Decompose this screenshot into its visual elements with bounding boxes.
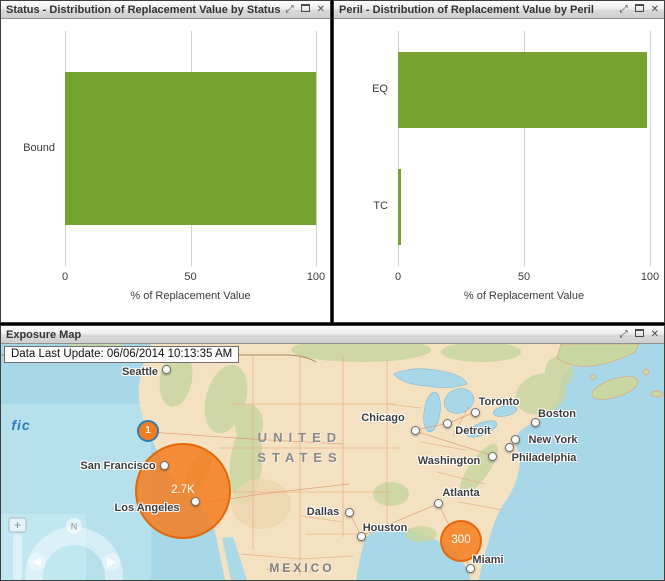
city-label-toronto: Toronto <box>479 396 520 408</box>
city-marker-san-francisco[interactable] <box>160 461 169 470</box>
maximize-icon[interactable] <box>301 4 310 15</box>
city-marker-new-york[interactable] <box>511 435 520 444</box>
zoom-in-label: + <box>14 518 21 532</box>
x-axis-title: % of Replacement Value <box>398 290 650 303</box>
city-marker-washington[interactable] <box>488 452 497 461</box>
map-window-controls: ⤢ ✕ <box>620 329 659 340</box>
city-label-miami: Miami <box>472 554 503 566</box>
pacific-ocean-label: fic <box>11 417 30 433</box>
cluster-marker[interactable]: 1 <box>137 420 159 442</box>
maximize-glyph <box>635 4 644 12</box>
pan-ring[interactable] <box>34 536 114 580</box>
city-marker-chicago[interactable] <box>411 426 420 435</box>
city-label-san-francisco: San Francisco <box>80 460 155 472</box>
x-tick-label: 100 <box>630 271 665 284</box>
status-panel-titlebar[interactable]: Status - Distribution of Replacement Val… <box>1 1 330 19</box>
maximize-glyph <box>635 329 644 337</box>
exposure-map-panel: Exposure Map ⤢ ✕ <box>0 325 665 581</box>
bar-eq[interactable] <box>398 52 647 128</box>
category-label-eq: EQ <box>334 83 388 96</box>
city-marker-atlanta[interactable] <box>434 499 443 508</box>
popout-icon[interactable]: ⤢ <box>620 5 628 15</box>
x-tick-label: 50 <box>171 271 211 284</box>
map-panel-titlebar[interactable]: Exposure Map ⤢ ✕ <box>1 326 664 344</box>
close-icon[interactable]: ✕ <box>651 330 659 340</box>
last-update-label: Data Last Update: 06/06/2014 10:13:35 AM <box>4 346 239 363</box>
maximize-icon[interactable] <box>635 329 644 340</box>
popout-icon[interactable]: ⤢ <box>620 330 628 340</box>
city-label-los-angeles: Los Angeles <box>115 502 180 514</box>
city-label-new-york: New York <box>528 434 577 446</box>
city-label-seattle: Seattle <box>122 366 158 378</box>
maximize-glyph <box>301 4 310 12</box>
city-label-philadelphia: Philadelphia <box>512 452 577 464</box>
city-marker-toronto[interactable] <box>471 408 480 417</box>
peril-chart-panel: Peril - Distribution of Replacement Valu… <box>333 0 665 323</box>
city-label-dallas: Dallas <box>307 506 339 518</box>
peril-panel-title: Peril - Distribution of Replacement Valu… <box>339 4 594 16</box>
close-icon[interactable]: ✕ <box>317 5 325 15</box>
city-label-houston: Houston <box>363 522 408 534</box>
x-axis-title: % of Replacement Value <box>65 290 316 303</box>
exposure-map-canvas[interactable]: 2.7K 300 1 Seattle San Francisco Los Angeles C… <box>1 344 664 580</box>
cluster-marker-value: 1 <box>145 426 151 436</box>
exposure-bubble-value: 300 <box>451 535 470 547</box>
bar-tc[interactable] <box>398 169 401 245</box>
gridline <box>650 31 651 266</box>
x-tick-label: 0 <box>45 271 85 284</box>
close-icon[interactable]: ✕ <box>651 5 659 15</box>
exposure-bubble-value: 2.7K <box>171 485 195 497</box>
popout-icon[interactable]: ⤢ <box>286 5 294 15</box>
exposure-dashboard: { "window_icons": {"popout": "⤢", "close… <box>0 0 665 581</box>
category-label-tc: TC <box>334 200 388 213</box>
status-panel-title: Status - Distribution of Replacement Val… <box>6 4 280 16</box>
region-label-mexico: MEXICO <box>269 558 334 578</box>
compass-north-label: N <box>71 522 78 532</box>
zoom-slider[interactable] <box>13 534 22 580</box>
city-label-washington: Washington <box>418 455 481 467</box>
status-bar-chart: 050100Bound% of Replacement Value <box>1 19 330 322</box>
map-panel-title: Exposure Map <box>6 329 81 341</box>
map-nav-control[interactable]: + N <box>1 516 131 580</box>
gridline <box>316 31 317 266</box>
city-marker-dallas[interactable] <box>345 508 354 517</box>
x-tick-label: 100 <box>296 271 336 284</box>
peril-panel-titlebar[interactable]: Peril - Distribution of Replacement Valu… <box>334 1 664 19</box>
city-label-atlanta: Atlanta <box>442 487 479 499</box>
city-marker-philadelphia[interactable] <box>505 443 514 452</box>
city-label-detroit: Detroit <box>455 425 490 437</box>
peril-window-controls: ⤢ ✕ <box>620 4 659 15</box>
status-window-controls: ⤢ ✕ <box>286 4 325 15</box>
city-marker-seattle[interactable] <box>162 365 171 374</box>
exposure-bubble[interactable]: 2.7K <box>135 443 231 539</box>
x-tick-label: 50 <box>504 271 544 284</box>
bar-bound[interactable] <box>65 72 316 225</box>
x-tick-label: 0 <box>378 271 418 284</box>
city-marker-detroit[interactable] <box>443 419 452 428</box>
region-label-united-states: UNITED STATES <box>257 428 342 468</box>
status-chart-panel: Status - Distribution of Replacement Val… <box>0 0 331 323</box>
maximize-icon[interactable] <box>635 4 644 15</box>
city-label-boston: Boston <box>538 408 576 420</box>
category-label-bound: Bound <box>1 142 55 155</box>
peril-bar-chart: 0 50 100 EQ TC % of Replacement Value <box>334 19 664 322</box>
city-marker-los-angeles[interactable] <box>191 497 200 506</box>
city-label-chicago: Chicago <box>361 412 404 424</box>
